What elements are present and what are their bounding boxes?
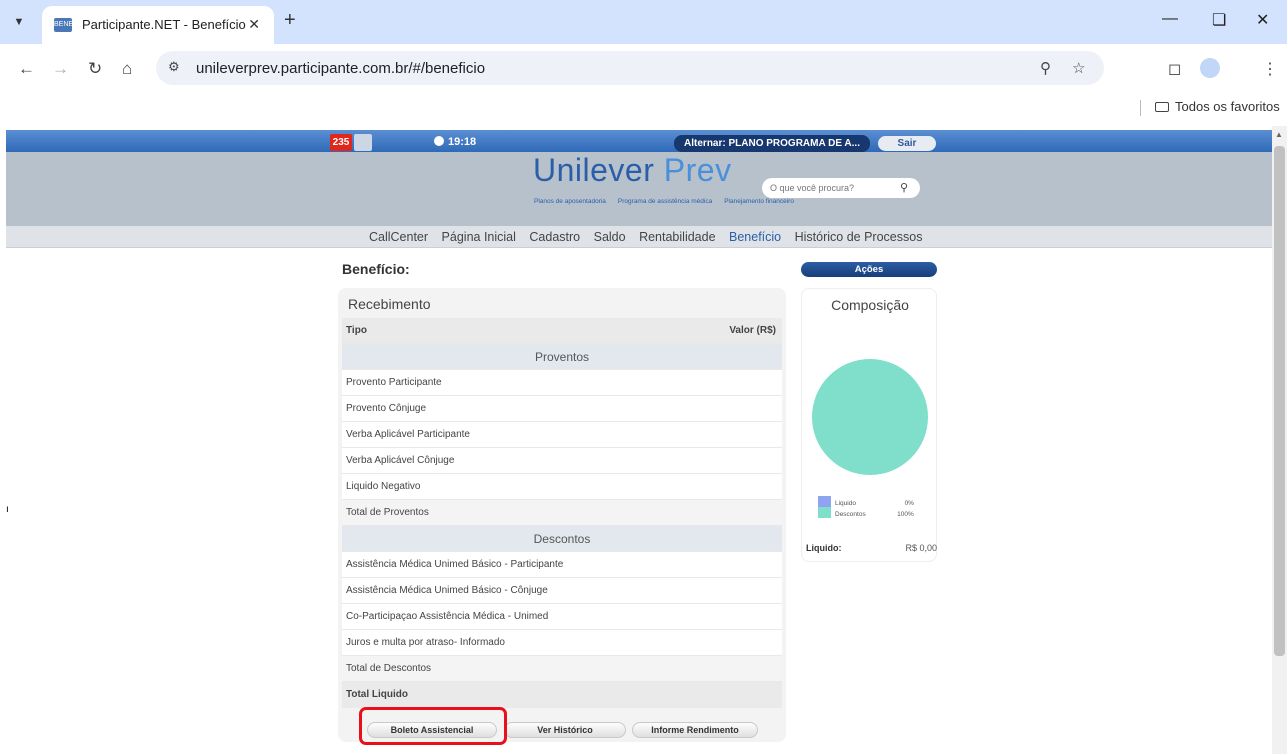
tagline-planejamento: Planejamento financeiro (724, 198, 794, 205)
table-row: Verba Aplicável Participante (342, 422, 782, 448)
table-row-total: Total de Descontos (342, 656, 782, 682)
section-descontos: Descontos (342, 526, 782, 552)
bookmarks-separator (1140, 100, 1141, 116)
address-bar: ← → ↻ ⌂ ⚙ unileverprev.participante.com.… (0, 44, 1287, 96)
menu-pagina-inicial[interactable]: Página Inicial (442, 230, 516, 244)
profile-avatar-icon[interactable] (1200, 58, 1220, 78)
tab-title: Participante.NET - Benefício (82, 17, 246, 32)
page-viewport: 235 19:18 Alternar: PLANO PROGRAMA DE A.… (6, 126, 1272, 754)
legend-item-descontos: Descontos 100% (818, 507, 914, 518)
column-tipo: Tipo (346, 325, 367, 336)
logout-button[interactable]: Sair (878, 136, 936, 151)
favicon-icon: BENE (54, 18, 73, 32)
tagline-assistencia: Programa de assistência médica (617, 198, 713, 205)
tab-close-icon[interactable]: ✕ (248, 16, 260, 33)
column-valor: Valor (R$) (729, 325, 776, 336)
folder-icon (1155, 102, 1169, 112)
liquido-label: Liquido: (806, 543, 842, 553)
forward-arrow-icon[interactable]: → (52, 59, 69, 79)
all-bookmarks-folder[interactable]: Todos os favoritos (1155, 99, 1280, 114)
menu-saldo[interactable]: Saldo (594, 230, 626, 244)
new-tab-plus-icon[interactable]: + (284, 9, 296, 32)
composicao-panel: Composição Liquido 0% Descontos 100% (801, 288, 937, 562)
tab-search-chevron-icon[interactable]: ▼ (8, 12, 30, 32)
zoom-icon[interactable]: ⚲ (1040, 59, 1051, 77)
table-row: Verba Aplicável Cônjuge (342, 448, 782, 474)
unileverprev-logo[interactable]: Unilever Prev (533, 152, 732, 189)
legend-label: Liquido (835, 500, 856, 507)
omnibox[interactable]: ⚙ unileverprev.participante.com.br/#/ben… (156, 51, 1104, 85)
portal-top-bar: 235 19:18 Alternar: PLANO PROGRAMA DE A.… (6, 130, 1272, 152)
logo-taglines: Planos de aposentadoria Programa de assis… (534, 198, 794, 205)
table-row: Co-Participaçao Assistência Médica - Uni… (342, 604, 782, 630)
notification-badge[interactable]: 235 (330, 134, 352, 151)
browser-tab[interactable]: BENE Participante.NET - Benefício ✕ (42, 6, 274, 44)
recebimento-panel: Recebimento Tipo Valor (R$) Proventos Pro… (338, 288, 786, 742)
composition-pie-chart (812, 359, 928, 475)
site-settings-icon[interactable]: ⚙ (168, 59, 180, 75)
legend-label: Descontos (835, 511, 866, 518)
logo-part2: Prev (663, 152, 732, 188)
clock-icon (434, 136, 444, 146)
table-row-total: Total de Proventos (342, 500, 782, 526)
menu-historico-processos[interactable]: Histórico de Processos (795, 230, 923, 244)
menu-callcenter[interactable]: CallCenter (369, 230, 428, 244)
liquido-summary: Liquido: R$ 0,00 (806, 543, 937, 553)
section-proventos: Proventos (342, 344, 782, 370)
menu-cadastro[interactable]: Cadastro (529, 230, 580, 244)
legend-swatch (818, 496, 831, 507)
url-text[interactable]: unileverprev.participante.com.br/#/benef… (196, 60, 485, 77)
home-icon[interactable]: ⌂ (122, 59, 132, 79)
main-menu: CallCenter Página Inicial Cadastro Saldo… (6, 226, 1272, 248)
liquido-value: R$ 0,00 (905, 543, 937, 553)
back-arrow-icon[interactable]: ← (18, 59, 35, 79)
reload-icon[interactable]: ↻ (88, 59, 102, 79)
scroll-thumb[interactable] (1274, 146, 1285, 656)
page-scrollbar[interactable]: ▲ (1272, 126, 1287, 754)
table-row: Provento Participante (342, 370, 782, 396)
menu-rentabilidade[interactable]: Rentabilidade (639, 230, 715, 244)
table-row: Assistência Médica Unimed Básico - Cônju… (342, 578, 782, 604)
table-row: Assistência Médica Unimed Básico - Parti… (342, 552, 782, 578)
table-header: Tipo Valor (R$) (342, 318, 782, 344)
window-close-icon[interactable]: ✕ (1256, 10, 1269, 30)
tagline-aposentadoria: Planos de aposentadoria (534, 198, 606, 205)
session-time: 19:18 (448, 136, 477, 148)
user-avatar-icon[interactable] (354, 134, 372, 151)
legend-pct: 100% (897, 511, 914, 518)
acoes-button[interactable]: Ações (801, 262, 937, 277)
informe-rendimento-button[interactable]: Informe Rendimento (632, 722, 758, 738)
switch-plan-button[interactable]: Alternar: PLANO PROGRAMA DE A... (674, 135, 870, 152)
logo-part1: Unilever (533, 152, 655, 188)
search-input[interactable] (770, 181, 890, 195)
ver-historico-button[interactable]: Ver Histórico (504, 722, 626, 738)
site-search: ⚲ (762, 178, 920, 198)
composicao-title: Composição (831, 297, 909, 313)
pie-legend: Liquido 0% Descontos 100% (818, 496, 914, 518)
browser-tab-bar: ▼ BENE Participante.NET - Benefício ✕ + … (0, 0, 1287, 44)
header-banner: Unilever Prev Planos de aposentadoria Pro… (6, 152, 1272, 226)
bookmark-star-icon[interactable]: ☆ (1072, 59, 1085, 77)
menu-beneficio[interactable]: Benefício (729, 230, 781, 244)
legend-item-liquido: Liquido 0% (818, 496, 914, 507)
scroll-up-arrow-icon[interactable]: ▲ (1275, 130, 1283, 139)
table-row: Juros e multa por atraso- Informado (342, 630, 782, 656)
extensions-icon[interactable]: ◻ (1168, 59, 1181, 79)
folder-label: Todos os favoritos (1175, 99, 1280, 114)
total-liquido-row: Total Liquido (342, 682, 782, 708)
minimize-icon[interactable]: — (1162, 10, 1178, 28)
legend-swatch (818, 507, 831, 518)
session-clock: 19:18 (434, 136, 476, 148)
restore-icon[interactable]: ❏ (1212, 10, 1226, 30)
recebimento-title: Recebimento (348, 296, 431, 312)
page-title: Benefício: (342, 261, 410, 277)
table-row: Provento Cônjuge (342, 396, 782, 422)
left-edge-mark: ı (6, 504, 9, 515)
menu-dots-icon[interactable]: ⋮ (1262, 59, 1278, 79)
highlight-annotation (359, 707, 507, 745)
pie-slice-descontos (812, 359, 928, 475)
search-icon[interactable]: ⚲ (900, 181, 908, 194)
bookmarks-bar: Todos os favoritos (0, 96, 1287, 120)
table-row: Liquido Negativo (342, 474, 782, 500)
